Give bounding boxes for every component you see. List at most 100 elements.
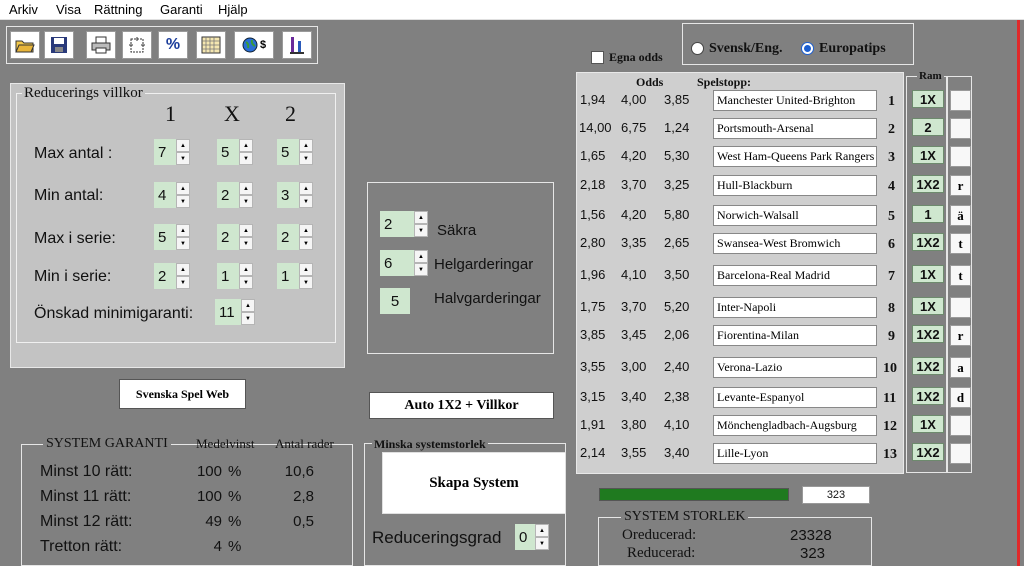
helgarderingar-spinner[interactable]: 6 ▲ ▼ xyxy=(380,250,428,276)
odds-1: 2,80 xyxy=(580,235,606,250)
odds-2: 5,80 xyxy=(664,207,690,222)
match-name[interactable]: Norwich-Walsall xyxy=(713,205,877,226)
minimigaranti-label: Önskad minimigaranti: xyxy=(34,305,194,322)
odds-x: 3,35 xyxy=(621,235,647,250)
menu-hjalp[interactable]: Hjälp xyxy=(218,2,248,17)
spelstopp-header: Spelstopp: xyxy=(697,75,752,89)
odds-1: 2,18 xyxy=(580,177,606,192)
side-box[interactable] xyxy=(950,297,971,318)
minimigaranti-spinner[interactable]: 11 ▲ ▼ xyxy=(215,299,255,325)
ram-value[interactable]: 1X xyxy=(912,146,944,164)
side-box[interactable] xyxy=(950,146,971,167)
ram-value[interactable]: 1X2 xyxy=(912,357,944,375)
max-antal-x-spinner[interactable]: 5 ▲ ▼ xyxy=(217,139,253,165)
open-icon[interactable] xyxy=(10,31,40,59)
match-name[interactable]: Fiorentina-Milan xyxy=(713,325,877,346)
svenska-spel-web-button[interactable]: Svenska Spel Web xyxy=(119,379,246,409)
match-name[interactable]: Verona-Lazio xyxy=(713,357,877,378)
sakra-spinner[interactable]: 2 ▲ ▼ xyxy=(380,211,428,237)
progress-fill xyxy=(600,489,788,500)
match-name[interactable]: Portsmouth-Arsenal xyxy=(713,118,877,139)
odds-1: 3,55 xyxy=(580,359,606,374)
menu-bar: Arkiv Visa Rättning Garanti Hjälp xyxy=(0,0,1024,20)
ram-value[interactable]: 1X2 xyxy=(912,325,944,343)
min-antal-x-spinner[interactable]: 2 ▲ ▼ xyxy=(217,182,253,208)
match-name[interactable]: Levante-Espanyol xyxy=(713,387,877,408)
min-i-serie-x-spinner[interactable]: 1 ▲ ▼ xyxy=(217,263,253,289)
ram-value[interactable]: 1X xyxy=(912,415,944,433)
side-box[interactable] xyxy=(950,415,971,436)
ram-value[interactable]: 1X2 xyxy=(912,175,944,193)
match-number: 5 xyxy=(888,209,895,224)
match-number: 9 xyxy=(888,329,895,344)
side-box[interactable]: ä xyxy=(950,205,971,226)
odds-1: 1,65 xyxy=(580,148,606,163)
match-name[interactable]: Mönchengladbach-Augsburg xyxy=(713,415,877,436)
side-box[interactable]: t xyxy=(950,233,971,254)
radio-europatips[interactable] xyxy=(801,42,814,55)
menu-garanti[interactable]: Garanti xyxy=(160,2,203,17)
odds-1: 2,14 xyxy=(580,445,606,460)
side-box[interactable] xyxy=(950,90,971,111)
odds-x: 3,80 xyxy=(621,417,647,432)
ram-value[interactable]: 1X2 xyxy=(912,387,944,405)
print-icon[interactable] xyxy=(86,31,116,59)
auto-villkor-button[interactable]: Auto 1X2 + Villkor xyxy=(369,392,554,419)
match-name[interactable]: Manchester United-Brighton xyxy=(713,90,877,111)
odds-2: 3,85 xyxy=(664,92,690,107)
min-i-serie-2-spinner[interactable]: 1 ▲ ▼ xyxy=(277,263,313,289)
odds-1: 1,96 xyxy=(580,267,606,282)
match-number: 3 xyxy=(888,150,895,165)
side-box[interactable]: a xyxy=(950,357,971,378)
settings-icon[interactable] xyxy=(122,31,152,59)
side-box[interactable] xyxy=(950,118,971,139)
side-box[interactable]: r xyxy=(950,175,971,196)
match-number: 7 xyxy=(888,269,895,284)
ram-value[interactable]: 1X xyxy=(912,90,944,108)
ram-value[interactable]: 1 xyxy=(912,205,944,223)
odds-2: 4,10 xyxy=(664,417,690,432)
radio-svensk[interactable] xyxy=(691,42,704,55)
garanti-row-rader: 0,5 xyxy=(293,513,314,530)
menu-visa[interactable]: Visa xyxy=(56,2,81,17)
ram-value[interactable]: 1X xyxy=(912,265,944,283)
menu-rattning[interactable]: Rättning xyxy=(94,2,142,17)
grid-icon[interactable] xyxy=(196,31,226,59)
side-box[interactable]: d xyxy=(950,387,971,408)
max-antal-1-spinner[interactable]: 7 ▲ ▼ xyxy=(154,139,190,165)
side-box[interactable]: t xyxy=(950,265,971,286)
window-edge xyxy=(1017,20,1020,566)
percent-icon[interactable]: % xyxy=(158,31,188,59)
min-antal-1-spinner[interactable]: 4 ▲ ▼ xyxy=(154,182,190,208)
match-name[interactable]: Lille-Lyon xyxy=(713,443,877,464)
reduceringsgrad-spinner[interactable]: 0 ▲ ▼ xyxy=(515,524,549,550)
max-i-serie-2-spinner[interactable]: 2 ▲ ▼ xyxy=(277,224,313,250)
menu-arkiv[interactable]: Arkiv xyxy=(9,2,38,17)
max-i-serie-1-spinner[interactable]: 5 ▲ ▼ xyxy=(154,224,190,250)
min-antal-2-spinner[interactable]: 3 ▲ ▼ xyxy=(277,182,313,208)
skapa-system-button[interactable]: Skapa System xyxy=(382,452,566,514)
ram-value[interactable]: 2 xyxy=(912,118,944,136)
side-box[interactable]: r xyxy=(950,325,971,346)
odds-2: 2,65 xyxy=(664,235,690,250)
max-i-serie-x-spinner[interactable]: 2 ▲ ▼ xyxy=(217,224,253,250)
odds-1: 1,75 xyxy=(580,299,606,314)
max-i-serie-label: Max i serie: xyxy=(34,230,116,247)
max-antal-2-spinner[interactable]: 5 ▲ ▼ xyxy=(277,139,313,165)
save-icon[interactable] xyxy=(44,31,74,59)
odds-1: 1,91 xyxy=(580,417,606,432)
match-name[interactable]: Swansea-West Bromwich xyxy=(713,233,877,254)
ram-value[interactable]: 1X2 xyxy=(912,233,944,251)
scale-icon[interactable] xyxy=(282,31,312,59)
match-name[interactable]: Barcelona-Real Madrid xyxy=(713,265,877,286)
ram-value[interactable]: 1X xyxy=(912,297,944,315)
side-box[interactable] xyxy=(950,443,971,464)
min-i-serie-1-spinner[interactable]: 2 ▲ ▼ xyxy=(154,263,190,289)
match-name[interactable]: Hull-Blackburn xyxy=(713,175,877,196)
match-name[interactable]: Inter-Napoli xyxy=(713,297,877,318)
match-name[interactable]: West Ham-Queens Park Rangers xyxy=(713,146,877,167)
ram-value[interactable]: 1X2 xyxy=(912,443,944,461)
globe-currency-icon[interactable]: $ xyxy=(234,31,274,59)
egna-odds-checkbox[interactable] xyxy=(591,51,604,64)
ram-header: Ram xyxy=(917,70,944,82)
